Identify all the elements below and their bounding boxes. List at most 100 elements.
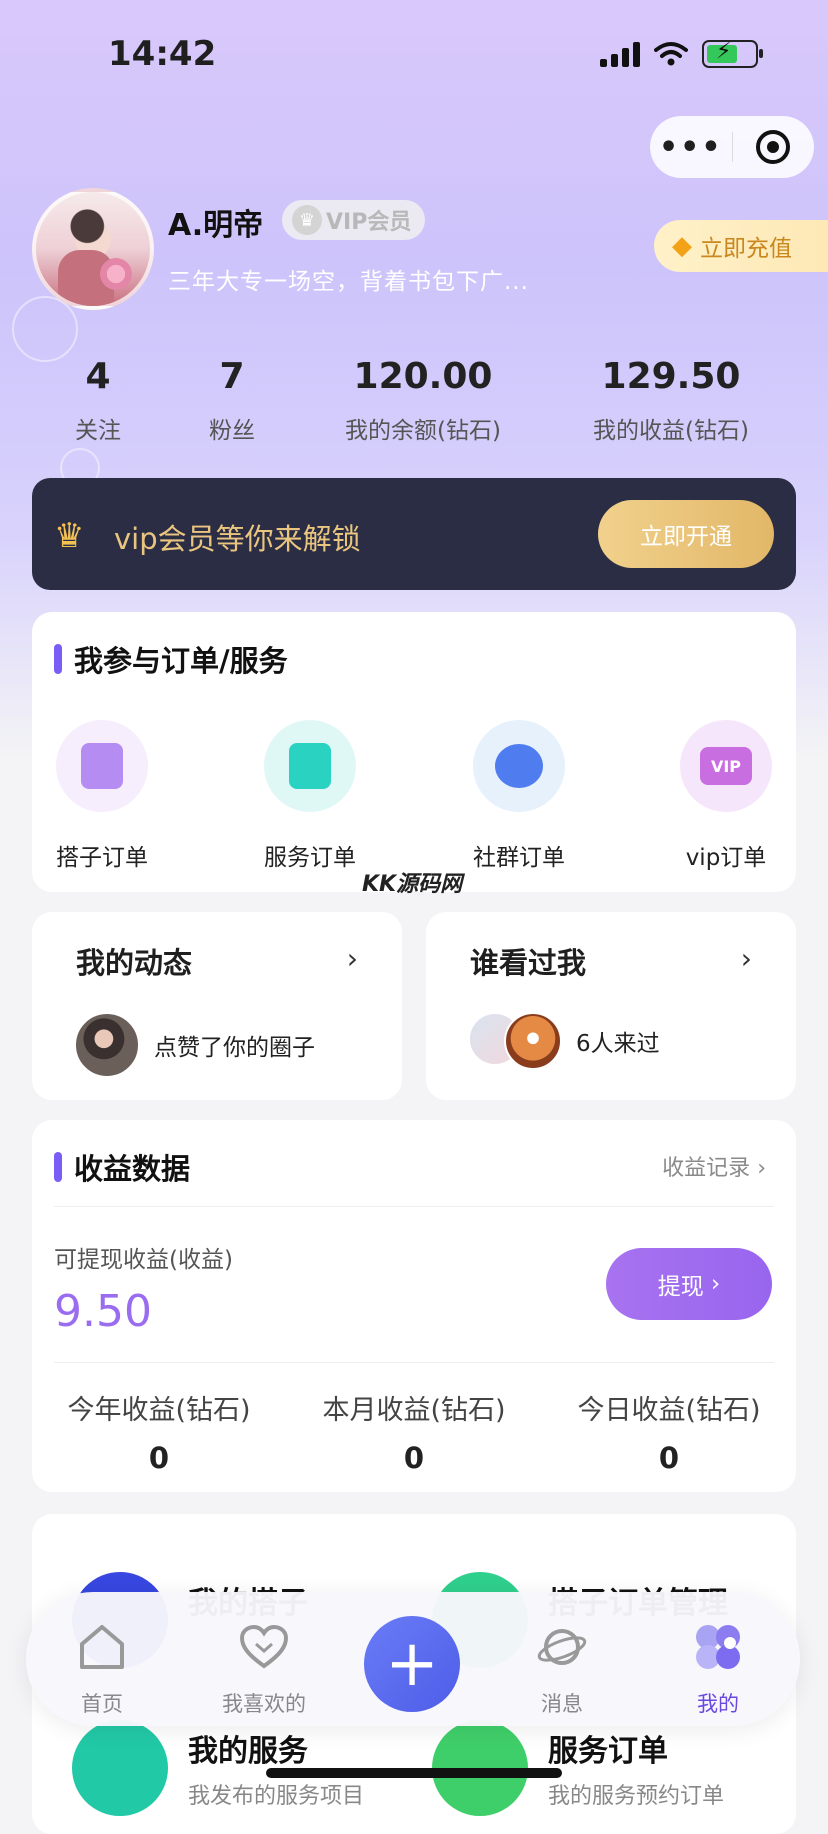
- watermark: KK源码网: [362, 872, 463, 897]
- tool-title: 服务订单: [548, 1734, 668, 1769]
- divider: [54, 1206, 774, 1207]
- income-stat-value: 0: [658, 1441, 680, 1475]
- withdraw-button[interactable]: 提现 ›: [606, 1248, 772, 1320]
- income-stat-label: 今日收益(钻石): [577, 1395, 761, 1426]
- tab-label: 首页: [81, 1692, 123, 1716]
- income-record-link[interactable]: 收益记录 ›: [662, 1150, 766, 1182]
- order-item-community[interactable]: 社群订单: [449, 720, 589, 872]
- income-stat-today: 今日收益(钻石) 0: [544, 1388, 794, 1475]
- status-time: 14:42: [108, 34, 217, 74]
- recharge-label: 立即充值: [700, 236, 792, 262]
- order-label: 社群订单: [473, 845, 565, 871]
- section-title: 收益数据: [53, 1146, 190, 1188]
- tab-label: 我喜欢的: [222, 1692, 306, 1716]
- tool-subtitle: 我发布的服务项目: [188, 1784, 365, 1809]
- heart-icon: [194, 1620, 334, 1674]
- income-stat-value: 0: [148, 1441, 170, 1475]
- stat-following[interactable]: 4 关注: [58, 356, 138, 445]
- order-label: 服务订单: [264, 845, 356, 871]
- order-label: vip订单: [685, 845, 767, 871]
- income-card: 收益数据 收益记录 › 可提现收益(收益) 9.50 提现 › 今年收益(钻石)…: [32, 1120, 796, 1492]
- profile-blob-icon: [658, 1620, 778, 1674]
- avatar: [504, 1012, 562, 1070]
- chevron-right-icon: ›: [740, 942, 752, 975]
- chevron-right-icon: ›: [703, 1271, 721, 1297]
- stat-label: 我的余额(钻石): [345, 418, 501, 444]
- plus-icon: +: [385, 1627, 439, 1701]
- username: A.明帝: [168, 208, 264, 243]
- partner-order-icon: [81, 743, 123, 789]
- signal-icon: [600, 41, 640, 67]
- divider: [54, 1362, 774, 1363]
- vip-badge[interactable]: ♛ VIP会员: [282, 200, 426, 240]
- status-icons: ⚡: [600, 39, 763, 68]
- vip-banner-text: vip会员等你来解锁: [114, 522, 361, 556]
- my-dynamics-card[interactable]: 我的动态 › 点赞了你的圈子: [32, 912, 402, 1100]
- stat-label: 关注: [75, 418, 121, 444]
- tab-profile[interactable]: 我的: [658, 1620, 778, 1718]
- order-label: 搭子订单: [56, 845, 148, 871]
- stat-label: 我的收益(钻石): [593, 418, 749, 444]
- profile-bio: 三年大专一场空，背着书包下广...: [168, 269, 529, 295]
- tool-subtitle: 我的服务预约订单: [548, 1784, 725, 1809]
- chevron-right-icon: ›: [757, 1156, 766, 1181]
- available-income-value: 9.50: [54, 1286, 152, 1337]
- section-title: 我参与订单/服务: [54, 638, 288, 680]
- close-miniprogram-button[interactable]: [733, 130, 815, 164]
- home-icon: [42, 1620, 162, 1674]
- stat-value: 7: [219, 356, 245, 397]
- stat-followers[interactable]: 7 粉丝: [192, 356, 272, 445]
- home-indicator: [266, 1768, 562, 1778]
- chevron-right-icon: ›: [346, 942, 358, 975]
- income-stat-value: 0: [403, 1441, 425, 1475]
- handshake-icon: [72, 1720, 168, 1816]
- avatar: [74, 1012, 140, 1078]
- withdraw-label: 提现: [657, 1274, 704, 1300]
- orders-card: 我参与订单/服务 搭子订单 服务订单 社群订单 VIP vip订单: [32, 612, 796, 892]
- income-stat-label: 本月收益(钻石): [322, 1395, 506, 1426]
- stat-value: 120.00: [353, 356, 493, 397]
- visitors-card[interactable]: 谁看过我 › 6人来过: [426, 912, 796, 1100]
- avatar[interactable]: [32, 188, 154, 310]
- vip-badge-label: VIP会员: [326, 210, 412, 235]
- tab-home[interactable]: 首页: [42, 1620, 162, 1718]
- target-icon: [756, 130, 791, 164]
- order-item-vip[interactable]: VIP vip订单: [656, 720, 796, 872]
- stat-earnings[interactable]: 129.50 我的收益(钻石): [576, 356, 766, 445]
- vip-card-icon: VIP: [700, 747, 752, 785]
- chat-bubble-icon: [495, 744, 543, 788]
- battery-icon: ⚡: [702, 39, 763, 68]
- create-button[interactable]: +: [364, 1616, 460, 1712]
- planet-icon: [502, 1620, 622, 1674]
- card-title: 谁看过我: [470, 946, 587, 980]
- tab-bar: 首页 我喜欢的 + 消息 我的: [26, 1592, 800, 1726]
- card-title: 我的动态: [76, 946, 193, 980]
- visitors-text: 6人来过: [576, 1031, 660, 1057]
- crown-icon: ♛: [292, 205, 322, 235]
- order-item-partner[interactable]: 搭子订单: [32, 720, 172, 872]
- recharge-button[interactable]: ◆ 立即充值: [654, 220, 828, 272]
- more-icon[interactable]: •••: [650, 130, 732, 165]
- stat-balance[interactable]: 120.00 我的余额(钻石): [330, 356, 516, 445]
- dynamics-text: 点赞了你的圈子: [154, 1035, 315, 1061]
- stat-label: 粉丝: [209, 418, 255, 444]
- order-item-service[interactable]: 服务订单: [240, 720, 380, 872]
- vip-banner: ♛ vip会员等你来解锁 立即开通: [32, 478, 796, 590]
- open-vip-button[interactable]: 立即开通: [598, 500, 774, 568]
- available-income-label: 可提现收益(收益): [54, 1247, 233, 1273]
- income-record-label: 收益记录: [662, 1156, 751, 1181]
- clipboard-icon: [289, 743, 331, 789]
- income-stat-label: 今年收益(钻石): [67, 1395, 251, 1426]
- diamond-icon: ◆: [672, 231, 692, 261]
- tab-label: 我的: [697, 1692, 739, 1716]
- wifi-icon: [654, 42, 688, 66]
- stat-value: 129.50: [601, 356, 741, 397]
- miniprogram-capsule: •••: [650, 116, 814, 178]
- tab-messages[interactable]: 消息: [502, 1620, 622, 1718]
- tab-label: 消息: [541, 1692, 583, 1716]
- tool-title: 我的服务: [188, 1734, 308, 1769]
- income-stat-month: 本月收益(钻石) 0: [289, 1388, 539, 1475]
- crown-icon: ♛: [54, 516, 85, 556]
- tab-favorites[interactable]: 我喜欢的: [194, 1620, 334, 1718]
- income-stat-year: 今年收益(钻石) 0: [34, 1388, 284, 1475]
